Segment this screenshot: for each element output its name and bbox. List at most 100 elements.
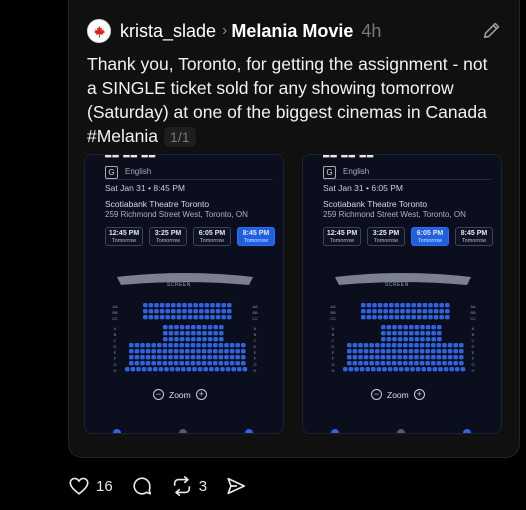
seat: [147, 367, 152, 372]
seat: [403, 343, 408, 348]
repost-button[interactable]: 3: [171, 475, 207, 497]
showtime-button-selected[interactable]: 8:45 PM Tomorrow: [237, 227, 275, 246]
showtime-button[interactable]: 12:45 PM Tomorrow: [105, 227, 143, 246]
community-name[interactable]: Melania Movie: [231, 21, 353, 42]
showtime-list: 12:45 PM Tomorrow 3:25 PM Tomorrow 6:05 PM…: [323, 227, 493, 246]
seat: [455, 367, 460, 372]
rating-badge: G: [323, 166, 336, 179]
seat: [453, 343, 458, 348]
seat: [171, 303, 176, 308]
row-label: C: [472, 338, 475, 343]
seat: [377, 309, 383, 314]
seat: [363, 361, 369, 366]
seat: [207, 355, 212, 360]
seat: [213, 331, 218, 336]
seat: [361, 315, 366, 320]
showtime-button[interactable]: 3:25 PM Tomorrow: [367, 227, 405, 246]
zoom-in-button[interactable]: +: [195, 389, 207, 400]
seat: [419, 355, 425, 360]
seat: [229, 361, 235, 366]
seat: [381, 337, 386, 342]
seat: [201, 343, 207, 348]
seat: [445, 309, 450, 314]
showtime-button[interactable]: 3:25 PM Tomorrow: [149, 227, 187, 246]
seat: [159, 309, 165, 314]
seat: [185, 343, 190, 348]
row-label: AA: [112, 304, 118, 309]
username[interactable]: krista_slade: [120, 21, 216, 42]
showtime-button[interactable]: 12:45 PM Tomorrow: [323, 227, 361, 246]
zoom-in-button[interactable]: +: [413, 389, 425, 400]
seat: [165, 309, 170, 314]
row-label: BB: [330, 310, 336, 315]
ticket-screenshot-1[interactable]: ▀▀ ▀▀ ▀▀ G English Sat Jan 31 • 8:45 PM …: [84, 154, 284, 434]
seat: [394, 315, 400, 320]
row-label: A: [254, 326, 257, 331]
seat: [459, 343, 464, 348]
seat: [377, 315, 383, 320]
seat: [403, 361, 408, 366]
seat: [196, 361, 201, 366]
seat: [427, 367, 432, 372]
seat: [242, 367, 248, 372]
seat: [397, 355, 402, 360]
seat: [403, 325, 408, 330]
showtime-button-selected[interactable]: 6:05 PM Tomorrow: [411, 227, 449, 246]
comment-button[interactable]: [131, 475, 153, 497]
showtime-button[interactable]: 6:05 PM Tomorrow: [193, 227, 231, 246]
seat: [354, 367, 359, 372]
seat: [343, 367, 348, 372]
row-label: BB: [252, 310, 258, 315]
seat: [377, 303, 383, 308]
seat: [196, 349, 201, 354]
seat: [428, 309, 433, 314]
seat: [202, 325, 207, 330]
seat: [168, 331, 174, 336]
zoom-out-button[interactable]: −: [153, 389, 164, 400]
seat: [140, 355, 145, 360]
image-gallery[interactable]: ▀▀ ▀▀ ▀▀ G English Sat Jan 31 • 8:45 PM …: [84, 154, 520, 434]
seat: [136, 367, 141, 372]
seat: [187, 315, 193, 320]
seat: [425, 325, 431, 330]
seat: [443, 367, 449, 372]
seat: [408, 355, 414, 360]
seat: [459, 355, 464, 360]
seat: [358, 349, 363, 354]
language-label: English: [125, 167, 152, 176]
seat: [197, 367, 203, 372]
edit-icon[interactable]: [481, 19, 503, 41]
zoom-out-button[interactable]: −: [371, 389, 382, 400]
seat: [405, 303, 411, 308]
seat: [447, 355, 453, 360]
like-button[interactable]: 16: [68, 475, 113, 497]
seat: [361, 309, 366, 314]
seat: [397, 337, 403, 342]
seat: [201, 361, 207, 366]
showtime-list: 12:45 PM Tomorrow 3:25 PM Tomorrow 6:05 PM…: [105, 227, 275, 246]
repost-icon: [173, 476, 190, 496]
showtime-button[interactable]: 8:45 PM Tomorrow: [455, 227, 493, 246]
heart-icon: [69, 477, 89, 495]
theatre-address: 259 Richmond Street West, Toronto, ON: [105, 210, 248, 219]
seat: [414, 343, 419, 348]
share-button[interactable]: [225, 475, 247, 497]
row-label: E: [114, 350, 117, 355]
seat: [185, 325, 190, 330]
row-label: B: [472, 332, 475, 337]
seat: [447, 349, 453, 354]
language-label: English: [343, 167, 370, 176]
seat: [210, 303, 215, 308]
seat: [199, 303, 204, 308]
seat: [437, 325, 442, 330]
ticket-screenshot-2[interactable]: ▀▀ ▀▀ ▀▀ G English Sat Jan 31 • 6:05 PM …: [302, 154, 502, 434]
seat: [207, 349, 212, 354]
seat: [404, 367, 410, 372]
seat: [365, 367, 370, 372]
seat: [431, 355, 436, 360]
seat: [408, 349, 414, 354]
seat: [460, 367, 466, 372]
seat: [235, 349, 240, 354]
row-label: E: [254, 350, 257, 355]
avatar[interactable]: [87, 19, 111, 43]
